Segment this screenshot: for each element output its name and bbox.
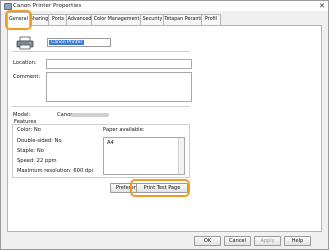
cancel-button[interactable]: Cancel (224, 236, 251, 246)
paper-list-scrollbar[interactable] (178, 138, 184, 174)
printer-name-field[interactable]: Canon Printer (47, 38, 111, 47)
feature-max-resolution: Maximum resolution: 600 dpi (17, 168, 93, 174)
tab-color-management[interactable]: Color Management (91, 14, 142, 25)
tab-general[interactable]: General (7, 12, 30, 26)
feature-double-sided: Double-sided: No (17, 138, 62, 144)
paper-list[interactable]: A4 (103, 137, 185, 175)
location-label: Location: (13, 60, 37, 66)
paper-item: A4 (107, 140, 114, 146)
location-input[interactable] (46, 59, 192, 69)
divider (12, 51, 190, 52)
general-panel: Canon Printer Location: Comment: Model: … (7, 25, 322, 232)
tab-security[interactable]: Security (140, 14, 165, 25)
printer-name-value: Canon Printer (49, 40, 85, 45)
printer-icon (16, 36, 34, 50)
printer-properties-window: Canon Printer Properties ✕ General Shari… (0, 0, 329, 250)
feature-speed: Speed: 22 ppm (17, 158, 57, 164)
comment-label: Comment: (13, 74, 41, 80)
tab-advanced[interactable]: Advanced (66, 14, 93, 25)
ok-button[interactable]: OK (194, 236, 221, 246)
divider (12, 106, 190, 107)
tab-tetapan-peranti[interactable]: Tetapan Peranti (163, 14, 203, 25)
features-box: Color: No Double-sided: No Staple: No Sp… (12, 124, 190, 178)
close-icon[interactable]: ✕ (319, 2, 325, 10)
apply-button[interactable]: Apply (254, 236, 281, 246)
model-redacted-bar (71, 113, 109, 117)
paper-available-label: Paper available: (103, 127, 145, 133)
tab-ports[interactable]: Ports (48, 14, 68, 25)
print-test-page-button[interactable]: Print Test Page (136, 183, 188, 193)
feature-color: Color: No (17, 127, 41, 133)
printer-app-icon (4, 3, 12, 10)
help-button[interactable]: Help (284, 236, 311, 246)
model-label: Model: (13, 112, 31, 118)
tab-profil[interactable]: Profil (201, 14, 221, 25)
tab-sharing[interactable]: Sharing (28, 14, 50, 25)
window-title: Canon Printer Properties (13, 3, 82, 9)
feature-staple: Staple: No (17, 148, 44, 154)
comment-textarea[interactable] (46, 72, 192, 102)
title-bar: Canon Printer Properties ✕ (1, 1, 328, 11)
